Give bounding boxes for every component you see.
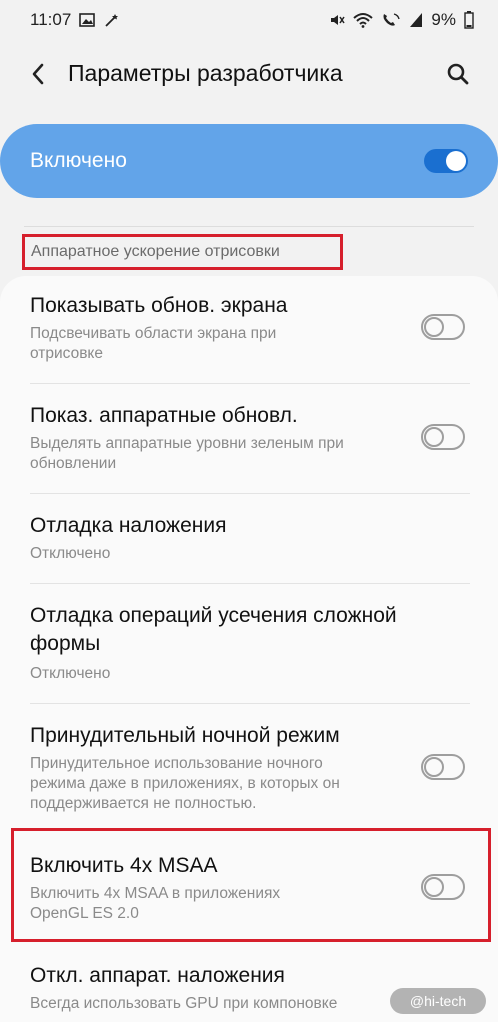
setting-title: Отладка операций усечения сложной формы [30,602,397,658]
title-line: формы [30,632,101,655]
toggle-knob [446,151,466,171]
page-title: Параметры разработчика [68,60,343,86]
subtitle-line: режима даже в приложениях, в которых он [30,775,340,792]
toggle-switch[interactable] [421,424,465,450]
setting-row-debug-clip[interactable]: Отладка операций усечения сложной формы … [0,592,498,702]
setting-title: Отладка наложения [30,514,227,537]
status-time: 11:07 [30,10,72,29]
divider [30,703,470,704]
magic-wand-icon [103,12,119,28]
setting-title: Откл. аппарат. наложения [30,964,285,987]
master-toggle[interactable] [424,149,468,173]
status-left: 11:07 [30,10,119,30]
wifi-calling-icon [381,12,401,28]
subtitle-line: Выделять аппаратные уровни зеленым при [30,435,344,452]
setting-subtitle: Отключено [30,544,110,564]
subtitle-line: Отключено [30,665,111,682]
setting-subtitle: Всегда использовать GPU при компоновке [30,994,337,1014]
battery-percent: 9% [431,10,456,29]
divider [30,493,470,494]
setting-row-debug-overdraw[interactable]: Отладка наложения Отключено [0,502,498,582]
title-line: Отладка операций усечения сложной [30,604,397,627]
subtitle-line: Всегда использовать GPU при компоновке [30,995,338,1012]
setting-title: Показ. аппаратные обновл. [30,404,298,427]
subtitle-line: поддерживается не полностью. [30,795,257,812]
setting-subtitle: Принудительное использование ночного реж… [30,754,340,814]
toggle-knob [424,427,444,447]
highlight-box [11,828,491,942]
subtitle-line: отрисовке [30,345,104,362]
search-icon [447,63,469,85]
toggle-switch[interactable] [421,314,465,340]
toggle-knob [424,317,444,337]
back-button[interactable] [22,58,54,90]
subtitle-line: Подсвечивать области экрана при [30,325,277,342]
divider [24,226,474,227]
signal-icon [409,12,423,28]
toggle-switch[interactable] [421,754,465,780]
status-right: 9% [329,10,474,30]
setting-row-show-screen-updates[interactable]: Показывать обнов. экрана Подсвечивать об… [0,282,498,382]
divider [30,383,470,384]
app-bar: Параметры разработчика [0,40,498,108]
subtitle-line: обновлении [30,455,117,472]
setting-subtitle: Подсвечивать области экрана при отрисовк… [30,324,276,364]
setting-row-show-hw-updates[interactable]: Показ. аппаратные обновл. Выделять аппар… [0,392,498,492]
setting-row-force-dark[interactable]: Принудительный ночной режим Принудительн… [0,712,498,822]
setting-title: Показывать обнов. экрана [30,294,288,317]
mute-icon [329,12,346,28]
setting-title: Принудительный ночной режим [30,724,340,747]
subtitle-line: Принудительное использование ночного [30,755,323,772]
master-switch-label: Включено [30,149,127,172]
search-button[interactable] [442,58,474,90]
setting-subtitle: Выделять аппаратные уровни зеленым при о… [30,434,344,474]
subtitle-line: Отключено [30,545,111,562]
divider [30,583,470,584]
status-bar: 11:07 9% [0,0,498,40]
wifi-icon [353,12,374,28]
master-switch-row[interactable]: Включено [0,124,498,198]
section-title: Аппаратное ускорение отрисовки [31,243,280,260]
image-icon [79,13,96,27]
toggle-knob [424,757,444,777]
back-arrow-icon [32,63,44,85]
battery-icon [464,11,474,29]
section-header: Аппаратное ускорение отрисовки [22,234,343,270]
watermark: @hi-tech [390,988,486,1014]
setting-subtitle: Отключено [30,664,110,684]
